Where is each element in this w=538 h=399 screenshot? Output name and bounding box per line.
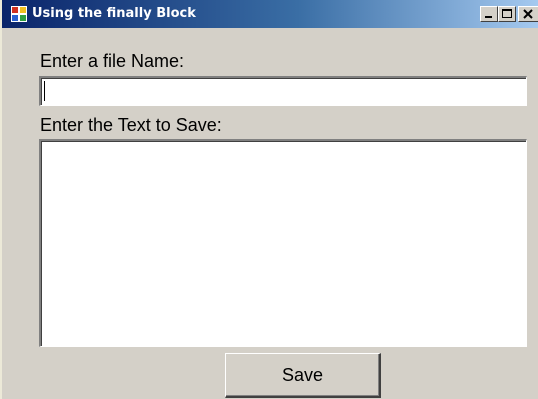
- maximize-icon[interactable]: [498, 6, 516, 22]
- text-to-save-label: Enter the Text to Save:: [40, 115, 222, 135]
- file-name-input[interactable]: [39, 76, 527, 106]
- minimize-icon[interactable]: [480, 6, 498, 22]
- close-icon[interactable]: [518, 6, 538, 22]
- text-caret: [44, 81, 45, 101]
- application-icon[interactable]: [11, 6, 27, 22]
- window-title: Using the finally Block: [32, 6, 196, 21]
- title-bar[interactable]: Using the finally Block: [2, 0, 538, 28]
- app-window: Using the finally Block Enter a file Nam…: [0, 0, 538, 399]
- save-button[interactable]: Save: [225, 353, 381, 398]
- file-name-label: Enter a file Name:: [40, 51, 185, 71]
- text-to-save-area[interactable]: [39, 139, 527, 347]
